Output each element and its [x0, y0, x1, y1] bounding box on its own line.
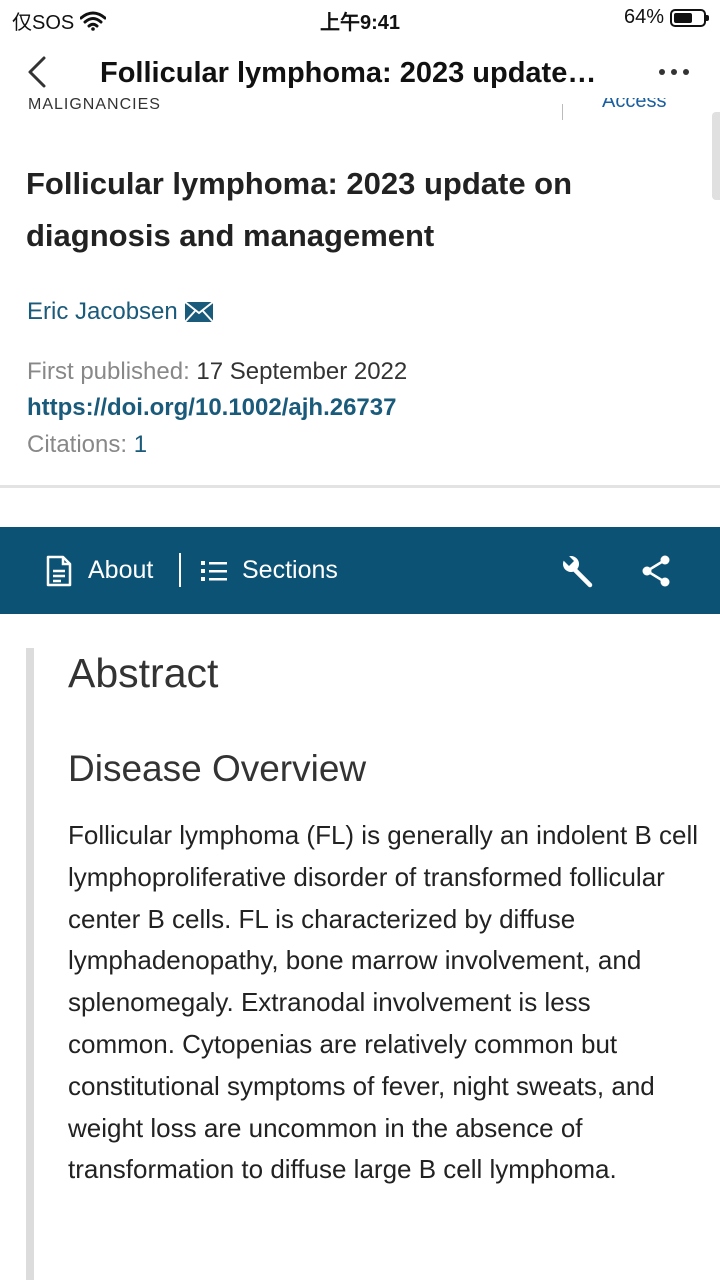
abstract-heading: Abstract [68, 650, 219, 696]
nav-title: Follicular lymphoma: 2023 update on diag… [100, 57, 600, 89]
about-label[interactable]: About [88, 556, 153, 585]
status-time: 上午9:41 [319, 12, 401, 34]
abstract-left-border [26, 648, 34, 1280]
sections-button[interactable]: Sections [200, 527, 338, 614]
citations-row: Citations: 1 [27, 431, 147, 459]
tools-button[interactable] [560, 527, 596, 614]
abstract-body: Follicular lymphoma (FL) is generally an… [68, 820, 699, 1185]
sections-label[interactable]: Sections [242, 556, 338, 585]
carrier-label: 仅SOS [12, 12, 75, 34]
status-left: 仅SOS [12, 6, 107, 35]
envelope-icon[interactable] [184, 301, 214, 323]
article-toolbar: About Sections [0, 527, 720, 614]
about-button[interactable]: About [44, 527, 153, 614]
toolbar-divider [179, 553, 181, 587]
battery-icon [670, 8, 709, 27]
author-link[interactable]: Eric Jacobsen [27, 298, 214, 326]
header-divider [562, 104, 563, 120]
disease-overview-heading: Disease Overview [68, 748, 367, 789]
citations-count[interactable]: 1 [134, 431, 147, 458]
status-bar: 上午9:41 仅SOS 64% [0, 0, 720, 40]
wifi-icon [80, 11, 107, 31]
journal-header-partial: MALIGNANCIES Access [0, 98, 720, 120]
share-button[interactable] [640, 527, 672, 614]
doi-link[interactable]: https://doi.org/10.1002/ajh.26737 [27, 394, 396, 422]
article-title: Follicular lymphoma: 2023 update on diag… [26, 166, 573, 253]
access-link[interactable]: Access [602, 98, 666, 113]
chevron-left-icon[interactable] [22, 54, 58, 90]
category-label: MALIGNANCIES [28, 98, 161, 113]
published-date: 17 September 2022 [196, 358, 408, 385]
published-row: First published: 17 September 2022 [27, 358, 407, 386]
battery-percent: 64% [623, 6, 664, 28]
list-icon [201, 560, 227, 581]
nav-bar: Follicular lymphoma: 2023 update on diag… [0, 40, 720, 106]
citations-label: Citations: [27, 431, 128, 458]
share-icon[interactable] [640, 554, 672, 588]
wrench-icon[interactable] [560, 553, 596, 589]
more-icon[interactable] [654, 54, 694, 90]
edge-handle[interactable] [712, 112, 720, 200]
section-separator [0, 485, 720, 488]
published-label: First published: [27, 358, 190, 385]
status-right: 64% [623, 6, 709, 29]
document-icon [46, 555, 72, 586]
author-name[interactable]: Eric Jacobsen [27, 298, 178, 326]
